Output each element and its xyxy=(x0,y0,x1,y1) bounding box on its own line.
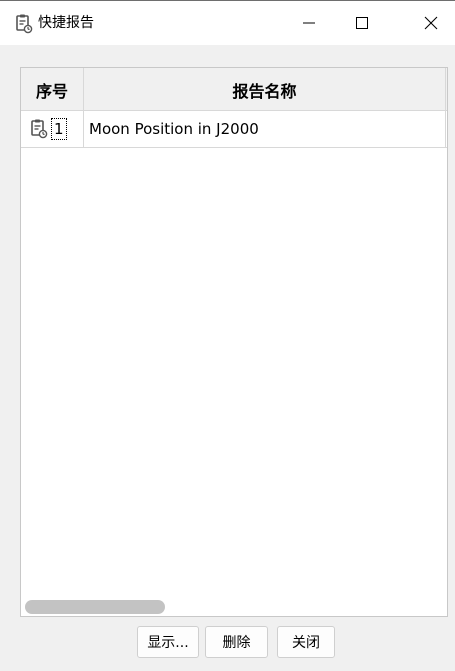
show-button[interactable]: 显示... xyxy=(137,626,199,658)
close-icon xyxy=(424,16,438,30)
window-title: 快捷报告 xyxy=(38,15,94,31)
title-bar[interactable]: 快捷报告 xyxy=(0,1,455,45)
table-row[interactable]: 1 Moon Position in J2000 Si xyxy=(21,111,447,148)
report-table: 序号 报告名称 1 Moon Position in J2000 Si xyxy=(20,67,448,617)
horizontal-scrollbar-thumb[interactable] xyxy=(25,600,165,614)
column-header-index[interactable]: 序号 xyxy=(21,68,84,111)
report-icon xyxy=(16,14,33,34)
truncated-cell[interactable]: Si xyxy=(446,111,447,147)
report-name-cell[interactable]: Moon Position in J2000 xyxy=(84,111,446,147)
index-cell[interactable]: 1 xyxy=(21,111,84,147)
close-button[interactable]: 关闭 xyxy=(277,626,335,658)
quick-report-window: 快捷报告 序号 报告名称 1 Moon Position in J2000 显示… xyxy=(0,0,455,671)
minimize-icon xyxy=(303,22,315,24)
column-header-name[interactable]: 报告名称 xyxy=(84,68,446,111)
minimize-button[interactable] xyxy=(286,1,332,45)
row-index: 1 xyxy=(51,118,67,140)
table-header: 序号 报告名称 xyxy=(21,68,447,111)
close-window-button[interactable] xyxy=(408,1,454,45)
maximize-icon xyxy=(356,17,368,29)
delete-button[interactable]: 删除 xyxy=(205,626,268,658)
report-icon xyxy=(31,119,48,139)
maximize-button[interactable] xyxy=(339,1,385,45)
